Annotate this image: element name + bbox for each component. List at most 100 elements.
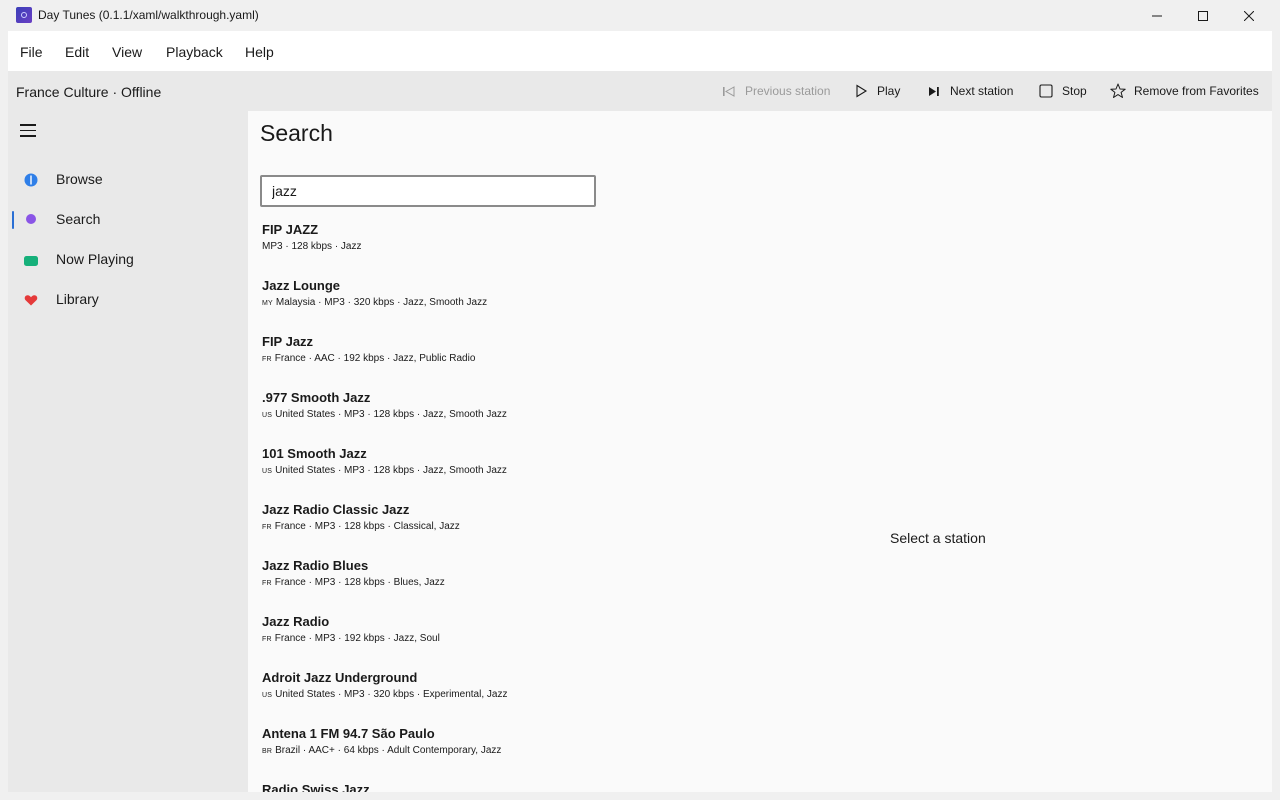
station-meta-text: United States · MP3 · 128 kbps · Jazz, S… bbox=[275, 465, 507, 476]
station-status: France Culture · Offline bbox=[16, 84, 162, 100]
station-details: US United States · MP3 · 128 kbps · Jazz,… bbox=[262, 409, 507, 420]
nav-item-browse[interactable]: Browse bbox=[8, 162, 248, 198]
search-input[interactable] bbox=[260, 175, 596, 207]
station-meta-text: MP3 · 128 kbps · Jazz bbox=[262, 241, 362, 252]
menu-edit[interactable]: Edit bbox=[65, 44, 89, 60]
nav-item-library[interactable]: Library bbox=[8, 282, 248, 318]
nav-item-search[interactable]: Search bbox=[8, 202, 248, 238]
list-item[interactable]: Jazz Radio Blues FR France · MP3 · 128 kbp… bbox=[262, 557, 762, 613]
play-label: Play bbox=[877, 84, 901, 98]
menu-help[interactable]: Help bbox=[245, 44, 274, 60]
list-item[interactable]: Jazz Radio FR France · MP3 · 192 kbps · Ja… bbox=[262, 613, 762, 669]
station-name: FIP JAZZ bbox=[262, 222, 319, 237]
app-icon bbox=[16, 7, 32, 23]
next-station-button[interactable]: Next station bbox=[925, 82, 1013, 100]
stop-label: Stop bbox=[1062, 84, 1087, 98]
detail-placeholder: Select a station bbox=[890, 530, 986, 546]
menu-view[interactable]: View bbox=[112, 44, 142, 60]
search-dot-icon bbox=[26, 214, 36, 224]
app-window: File Edit View Playback Help France Cult… bbox=[8, 31, 1272, 792]
remove-favorite-button[interactable]: Remove from Favorites bbox=[1109, 82, 1259, 100]
list-item[interactable]: FIP JAZZ MP3 · 128 kbps · Jazz bbox=[262, 221, 762, 277]
station-name: Antena 1 FM 94.7 São Paulo bbox=[262, 726, 435, 741]
station-details: FR France · MP3 · 128 kbps · Classical, J… bbox=[262, 521, 460, 532]
station-meta-text: France · MP3 · 128 kbps · Classical, Jaz… bbox=[274, 521, 460, 532]
station-details: FR France · AAC · 192 kbps · Jazz, Public… bbox=[262, 353, 475, 364]
remove-favorite-label: Remove from Favorites bbox=[1134, 84, 1259, 98]
list-item[interactable]: Adroit Jazz Underground US United States ·… bbox=[262, 669, 762, 725]
list-item[interactable]: Jazz Radio Classic Jazz FR France · MP3 · … bbox=[262, 501, 762, 557]
title-bar: Day Tunes (0.1.1/xaml/walkthrough.yaml) bbox=[0, 0, 1280, 31]
play-icon bbox=[852, 82, 870, 100]
station-name: Jazz Radio bbox=[262, 614, 330, 629]
station-details: MP3 · 128 kbps · Jazz bbox=[262, 241, 361, 252]
country-code: US bbox=[262, 692, 273, 699]
station-details: US United States · MP3 · 320 kbps · Exper… bbox=[262, 689, 507, 700]
stop-icon bbox=[1037, 82, 1055, 100]
station-details: FR France · MP3 · 192 kbps · Jazz, Soul bbox=[262, 633, 440, 644]
close-icon bbox=[1244, 10, 1254, 21]
page-title: Search bbox=[260, 120, 333, 146]
station-meta-text: United States · MP3 · 320 kbps · Experim… bbox=[275, 689, 508, 700]
nav-item-now-playing[interactable]: Now Playing bbox=[8, 242, 248, 278]
nav-label-library: Library bbox=[56, 291, 99, 307]
skip-next-icon bbox=[925, 82, 943, 100]
navigation-pane: Browse Search Now Playing Library bbox=[8, 111, 248, 792]
station-meta-text: France · AAC · 192 kbps · Jazz, Public R… bbox=[274, 353, 476, 364]
station-meta-text: Malaysia · MP3 · 320 kbps · Jazz, Smooth… bbox=[275, 297, 488, 308]
station-details: FR France · MP3 · 128 kbps · Blues, Jazz bbox=[262, 577, 445, 588]
hamburger-menu-icon[interactable] bbox=[20, 124, 36, 138]
station-name: 101 Smooth Jazz bbox=[262, 446, 367, 461]
station-name: .977 Smooth Jazz bbox=[262, 390, 371, 405]
country-code: FR bbox=[262, 356, 272, 363]
station-details: US United States · MP3 · 128 kbps · Jazz,… bbox=[262, 465, 507, 476]
menu-playback[interactable]: Playback bbox=[166, 44, 223, 60]
command-bar: France Culture · Offline Previous statio… bbox=[8, 71, 1272, 111]
list-item[interactable]: FIP Jazz FR France · AAC · 192 kbps · Jazz… bbox=[262, 333, 762, 389]
star-icon bbox=[1109, 82, 1127, 100]
station-details: MY Malaysia · MP3 · 320 kbps · Jazz, Smoo… bbox=[262, 297, 487, 308]
minimize-icon bbox=[1152, 15, 1162, 16]
station-meta-text: United States · MP3 · 128 kbps · Jazz, S… bbox=[275, 409, 507, 420]
station-name: Adroit Jazz Underground bbox=[262, 670, 418, 685]
previous-station-label: Previous station bbox=[745, 84, 831, 98]
next-station-label: Next station bbox=[950, 84, 1014, 98]
country-code: BR bbox=[262, 748, 273, 755]
country-code: FR bbox=[262, 580, 272, 587]
nav-label-browse: Browse bbox=[56, 171, 103, 187]
list-item[interactable]: Antena 1 FM 94.7 São Paulo BR Brazil · AAC… bbox=[262, 725, 762, 781]
maximize-button[interactable] bbox=[1180, 0, 1226, 31]
play-button[interactable]: Play bbox=[852, 82, 900, 100]
browse-icon bbox=[24, 173, 38, 187]
station-name: FIP Jazz bbox=[262, 334, 314, 349]
menu-file[interactable]: File bbox=[20, 44, 43, 60]
country-code: FR bbox=[262, 524, 272, 531]
country-code: FR bbox=[262, 636, 272, 643]
previous-station-button[interactable]: Previous station bbox=[720, 82, 830, 100]
station-name: Jazz Radio Classic Jazz bbox=[262, 502, 410, 517]
heart-icon bbox=[24, 295, 38, 306]
station-details: BR Brazil · AAC+ · 64 kbps · Adult Contem… bbox=[262, 745, 501, 756]
nav-label-search: Search bbox=[56, 211, 101, 227]
list-item[interactable]: .977 Smooth Jazz US United States · MP3 · … bbox=[262, 389, 762, 445]
list-item[interactable]: Radio Swiss Jazz bbox=[262, 781, 762, 792]
list-item[interactable]: Jazz Lounge MY Malaysia · MP3 · 320 kbps ·… bbox=[262, 277, 762, 333]
stop-button[interactable]: Stop bbox=[1037, 82, 1087, 100]
nav-label-now-playing: Now Playing bbox=[56, 251, 134, 267]
selection-indicator bbox=[12, 211, 14, 229]
station-name: Jazz Radio Blues bbox=[262, 558, 369, 573]
minimize-button[interactable] bbox=[1134, 0, 1180, 31]
station-name: Radio Swiss Jazz bbox=[262, 782, 370, 792]
station-meta-text: France · MP3 · 192 kbps · Jazz, Soul bbox=[274, 633, 440, 644]
country-code: US bbox=[262, 412, 273, 419]
list-item[interactable]: 101 Smooth Jazz US United States · MP3 · 1… bbox=[262, 445, 762, 501]
maximize-icon bbox=[1198, 10, 1208, 21]
close-button[interactable] bbox=[1226, 0, 1272, 31]
station-name: Jazz Lounge bbox=[262, 278, 341, 293]
results-list: FIP JAZZ MP3 · 128 kbps · Jazz Jazz Lounge… bbox=[262, 221, 762, 792]
skip-previous-icon bbox=[720, 82, 738, 100]
country-code: US bbox=[262, 468, 273, 475]
country-code: MY bbox=[262, 300, 273, 307]
menu-bar: File Edit View Playback Help bbox=[8, 31, 1272, 71]
search-page: Search FIP JAZZ MP3 · 128 kbps · Jazz Jazz… bbox=[248, 111, 1272, 792]
